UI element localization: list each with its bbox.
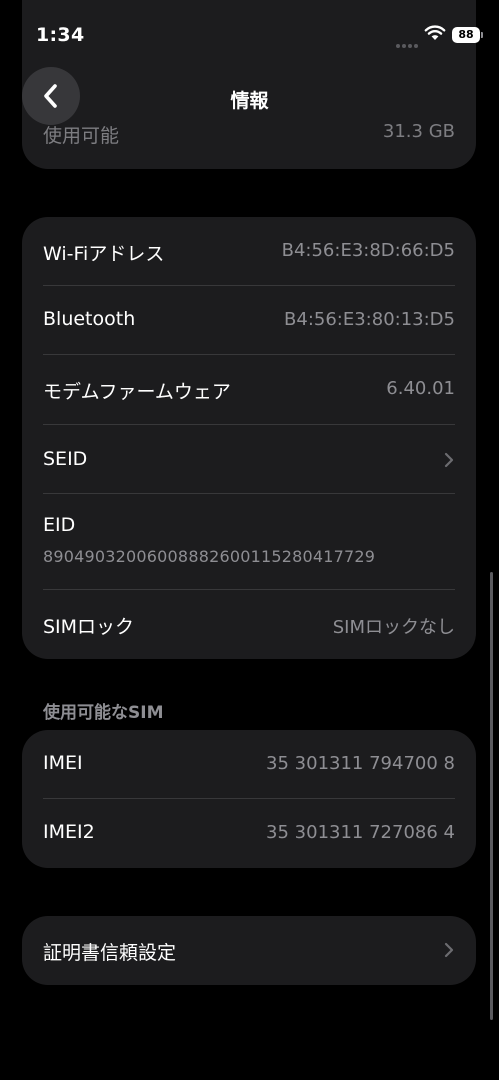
available-storage-label: 使用可能 bbox=[43, 125, 120, 147]
wifi-address-row[interactable]: Wi-Fiアドレス B4:56:E3:8D:66:D5 bbox=[22, 217, 476, 287]
modem-firmware-label: モデムファームウェア bbox=[43, 381, 231, 403]
seid-row[interactable]: SEID bbox=[22, 425, 476, 495]
chevron-right-icon bbox=[444, 452, 454, 468]
modem-firmware-value: 6.40.01 bbox=[386, 378, 455, 399]
battery-tip bbox=[481, 32, 483, 38]
network-info-card: Wi-Fiアドレス B4:56:E3:8D:66:D5 Bluetooth B4… bbox=[22, 217, 476, 659]
page-title: 情報 bbox=[230, 90, 269, 112]
imei-row[interactable]: IMEI 35 301311 794700 8 bbox=[22, 730, 476, 800]
sim-lock-label: SIMロック bbox=[43, 616, 135, 638]
imei-value: 35 301311 794700 8 bbox=[266, 753, 455, 774]
status-bar: 1:34 88 bbox=[0, 0, 499, 60]
modem-firmware-row[interactable]: モデムファームウェア 6.40.01 bbox=[22, 355, 476, 425]
imei-label: IMEI bbox=[43, 752, 83, 774]
battery-level: 88 bbox=[458, 28, 474, 41]
eid-label: EID bbox=[43, 514, 76, 536]
imei2-label: IMEI2 bbox=[43, 821, 95, 843]
certificate-trust-row[interactable]: 証明書信頼設定 bbox=[22, 916, 476, 985]
wifi-address-label: Wi-Fiアドレス bbox=[43, 243, 165, 265]
imei2-row[interactable]: IMEI2 35 301311 727086 4 bbox=[22, 799, 476, 869]
sim-lock-row: SIMロック SIMロックなし bbox=[22, 590, 476, 660]
seid-label: SEID bbox=[43, 448, 88, 470]
bluetooth-label: Bluetooth bbox=[43, 308, 136, 330]
status-time: 1:34 bbox=[36, 24, 85, 46]
certificate-trust-label: 証明書信頼設定 bbox=[43, 942, 177, 964]
eid-row[interactable]: EID 89049032006008882600115280417729 bbox=[22, 494, 476, 589]
bluetooth-value: B4:56:E3:80:13:D5 bbox=[284, 309, 455, 330]
imei2-value: 35 301311 727086 4 bbox=[266, 822, 455, 843]
settings-about-screen: 使用可能 31.3 GB 1:34 88 情報 Wi-Fiアドレス B4:56:… bbox=[0, 0, 499, 1080]
available-storage-value: 31.3 GB bbox=[382, 121, 455, 142]
scroll-indicator[interactable] bbox=[490, 572, 493, 1020]
sim-card: IMEI 35 301311 794700 8 IMEI2 35 301311 … bbox=[22, 730, 476, 868]
cellular-signal-icon bbox=[396, 33, 422, 48]
wifi-address-value: B4:56:E3:8D:66:D5 bbox=[281, 240, 455, 261]
section-header-available-sim: 使用可能なSIM bbox=[43, 703, 164, 723]
wifi-icon bbox=[424, 25, 446, 40]
chevron-right-icon bbox=[444, 942, 454, 958]
sim-lock-value: SIMロックなし bbox=[332, 617, 455, 638]
certificate-trust-card[interactable]: 証明書信頼設定 bbox=[22, 916, 476, 985]
eid-value: 89049032006008882600115280417729 bbox=[43, 547, 376, 566]
battery-icon: 88 bbox=[452, 27, 480, 43]
bluetooth-row[interactable]: Bluetooth B4:56:E3:80:13:D5 bbox=[22, 286, 476, 356]
